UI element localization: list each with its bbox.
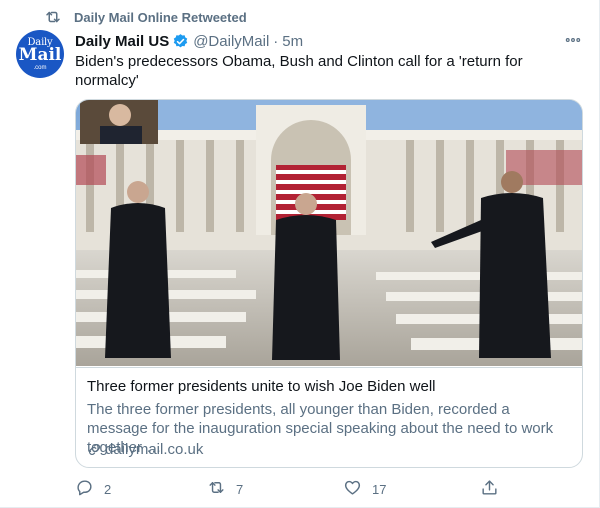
card-domain: dailymail.co.uk <box>87 440 203 459</box>
tweet-text: Biden's predecessors Obama, Bush and Cli… <box>75 53 523 89</box>
retweet-icon <box>44 8 62 26</box>
share-icon <box>480 478 499 500</box>
like-count: 17 <box>372 481 387 497</box>
reply-button[interactable]: 2 <box>75 478 111 500</box>
like-button[interactable]: 17 <box>343 478 386 500</box>
tweet-actions: 2 7 17 <box>75 478 505 500</box>
author-name[interactable]: Daily Mail US <box>75 33 169 50</box>
tweet[interactable]: Daily Mail Online Retweeted Daily Mail .… <box>0 0 600 508</box>
avatar-logo-line2: Mail <box>18 44 62 65</box>
more-icon[interactable] <box>563 32 583 48</box>
card-body[interactable]: Three former presidents unite to wish Jo… <box>76 367 582 467</box>
link-card[interactable]: Three former presidents unite to wish Jo… <box>75 99 583 468</box>
heart-icon <box>343 478 362 500</box>
verified-badge-icon <box>172 33 189 50</box>
retweet-icon <box>207 478 226 500</box>
reply-icon <box>75 478 94 500</box>
reply-count: 2 <box>104 481 112 497</box>
link-icon <box>87 442 102 457</box>
tweet-header: Daily Mail US @DailyMail · 5m <box>75 31 303 51</box>
retweet-label: Daily Mail Online Retweeted <box>74 9 247 25</box>
author-handle[interactable]: @DailyMail <box>193 33 269 50</box>
avatar[interactable]: Daily Mail .com <box>16 30 64 78</box>
retweet-count: 7 <box>236 481 244 497</box>
avatar-logo-line3: .com <box>33 64 47 71</box>
card-domain-text: dailymail.co.uk <box>105 441 204 458</box>
retweet-button[interactable]: 7 <box>207 478 243 500</box>
share-button[interactable] <box>480 478 499 500</box>
retweet-context[interactable]: Daily Mail Online Retweeted <box>44 8 247 26</box>
card-title: Three former presidents unite to wish Jo… <box>87 378 436 395</box>
tweet-timestamp[interactable]: 5m <box>282 33 303 50</box>
card-image[interactable] <box>76 100 582 366</box>
separator-dot: · <box>273 32 279 50</box>
